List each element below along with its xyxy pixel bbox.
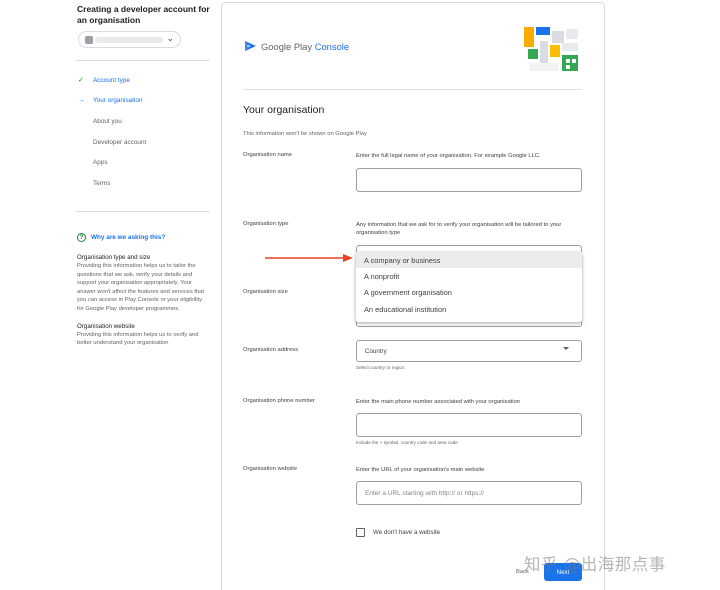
option-nonprofit[interactable]: A nonprofit [356, 268, 582, 284]
option-company-or-business[interactable]: A company or business [356, 252, 582, 269]
brand-name: Google Play Console [261, 40, 350, 52]
org-type-help: Any information that we ask for to verif… [356, 222, 562, 236]
sidebar-title: Creating a developer account for an orga… [77, 4, 210, 25]
account-selector[interactable]: ⌄ [78, 31, 181, 48]
why-section-title: Organisation website [77, 322, 135, 330]
page-subtitle: This information won't be shown on Googl… [243, 131, 367, 137]
why-section-title: Organisation type and size [77, 254, 151, 261]
sidebar: Creating a developer account for an orga… [0, 0, 215, 590]
no-website-checkbox[interactable] [356, 528, 365, 537]
step-account-type[interactable]: ✓ Account type [78, 70, 210, 91]
divider [76, 60, 210, 61]
step-your-organisation[interactable]: → Your organisation [78, 91, 210, 112]
google-play-console-logo: Google Play Console [244, 40, 349, 52]
dropdown-caret-icon [563, 347, 569, 350]
watermark: 知乎 @出海那点事 [524, 555, 666, 574]
country-select-value: Country [365, 347, 387, 355]
step-label: Account type [93, 76, 130, 84]
org-address-label: Organisation address [243, 347, 299, 353]
org-phone-label: Organisation phone number [243, 398, 315, 404]
divider [243, 89, 582, 90]
org-website-help: Enter the URL of your organisation's mai… [356, 467, 485, 473]
option-educational-institution[interactable]: An educational institution [356, 301, 582, 317]
step-apps: Apps [78, 152, 210, 173]
step-label: Apps [93, 159, 108, 167]
option-government-organisation[interactable]: A government organisation [356, 285, 582, 301]
chevron-down-icon: ⌄ [166, 33, 174, 43]
page-title: Your organisation [243, 104, 325, 116]
org-name-help: Enter the full legal name of your organi… [356, 153, 541, 159]
account-avatar [85, 36, 93, 44]
step-label: Terms [93, 179, 111, 187]
step-about-you: About you [78, 111, 210, 132]
country-hint: Select country or region [356, 365, 405, 370]
org-name-input[interactable] [356, 168, 582, 192]
step-terms: Terms [78, 173, 210, 194]
play-console-icon [245, 41, 256, 51]
account-name-redacted [95, 37, 163, 43]
progress-steps: ✓ Account type → Your organisation About… [78, 70, 210, 194]
why-section-body: Providing this information helps us to v… [77, 331, 199, 347]
step-developer-account: Developer account [78, 132, 210, 153]
no-website-label: We don't have a website [373, 529, 441, 536]
org-type-label: Organisation type [243, 221, 289, 227]
org-phone-help: Enter the main phone number associated w… [356, 399, 521, 405]
help-circle-icon: ? [77, 233, 86, 242]
divider [76, 211, 210, 212]
annotation-arrow-icon [265, 254, 353, 262]
step-label: About you [93, 117, 122, 125]
why-section-body: Providing this information helps us to t… [77, 263, 204, 312]
header-illustration [524, 27, 578, 71]
step-label: Your organisation [93, 97, 143, 105]
step-label: Developer account [93, 138, 147, 146]
org-phone-hint: Include the + symbol, country code and a… [356, 440, 458, 445]
country-select[interactable]: Country [356, 340, 582, 362]
why-asking-panel: ? Why are we asking this? Organisation t… [77, 233, 209, 348]
org-size-label: Organisation size [243, 289, 288, 295]
arrow-right-icon: → [78, 97, 85, 105]
why-asking-heading[interactable]: ? Why are we asking this? [77, 233, 209, 242]
checkmark-icon: ✓ [78, 77, 84, 85]
org-website-label: Organisation website [243, 466, 298, 472]
org-type-dropdown-menu: A company or business A nonprofit A gove… [356, 252, 582, 322]
org-name-label: Organisation name [243, 152, 292, 158]
org-phone-input[interactable] [356, 413, 582, 437]
org-website-input[interactable]: Enter a URL starting with http:// or htt… [356, 481, 582, 505]
